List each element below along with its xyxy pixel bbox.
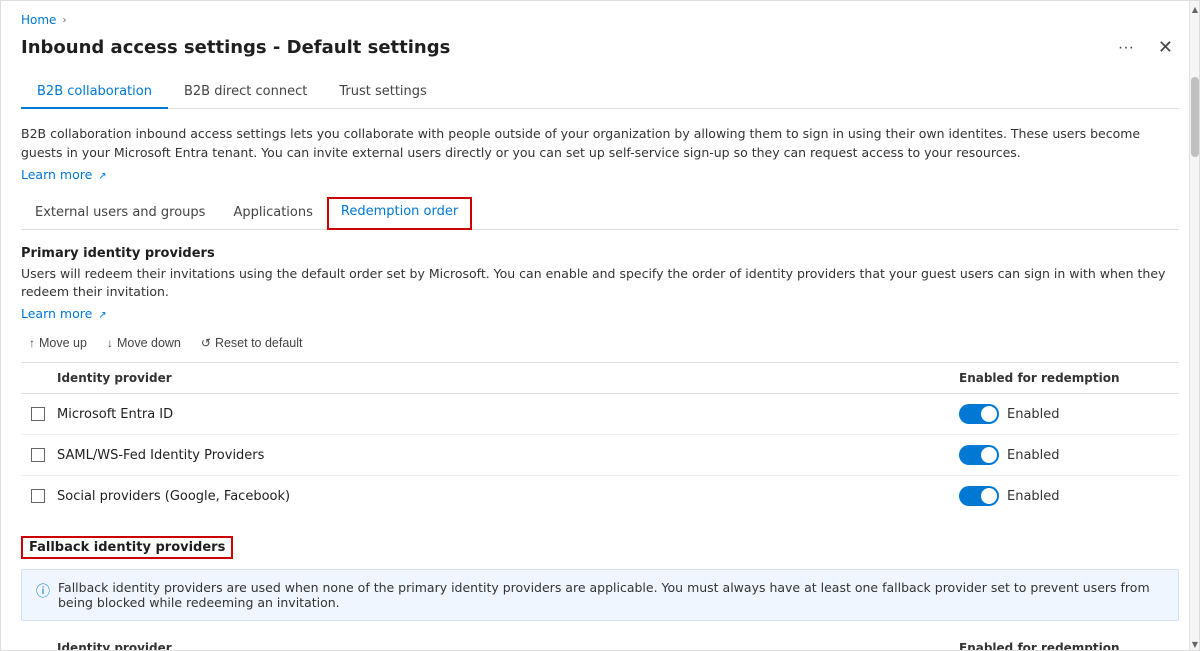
sub-tab-external-users[interactable]: External users and groups: [21, 197, 219, 230]
enabled-col-header: Enabled for redemption: [959, 371, 1179, 385]
sub-tab-redemption-order[interactable]: Redemption order: [327, 197, 472, 230]
fallback-providers-section: Fallback identity providers ⓘ Fallback i…: [21, 536, 1179, 651]
row1-toggle-label: Enabled: [1007, 407, 1060, 422]
scrollbar-up-arrow[interactable]: ▲: [1190, 1, 1200, 17]
primary-providers-table: Identity provider Enabled for redemption…: [21, 362, 1179, 516]
row1-toggle[interactable]: [959, 404, 999, 424]
row2-toggle[interactable]: [959, 445, 999, 465]
primary-table-header: Identity provider Enabled for redemption: [21, 363, 1179, 394]
primary-external-link-icon: ↗: [98, 310, 106, 321]
row1-toggle-container: Enabled: [959, 404, 1179, 424]
title-actions: ··· ✕: [1112, 35, 1179, 60]
move-down-button[interactable]: ↓ Move down: [99, 332, 189, 354]
fallback-table-header: Identity provider Enabled for redemption: [21, 635, 1179, 651]
primary-section-desc: Users will redeem their invitations usin…: [21, 265, 1179, 303]
sub-tab-bar: External users and groups Applications R…: [21, 197, 1179, 230]
sub-tab-applications[interactable]: Applications: [219, 197, 326, 230]
tab-b2b-collaboration[interactable]: B2B collaboration: [21, 76, 168, 109]
row3-toggle-slider: [959, 486, 999, 506]
move-down-icon: ↓: [107, 336, 113, 350]
description-text: B2B collaboration inbound access setting…: [21, 125, 1179, 163]
row3-toggle-container: Enabled: [959, 486, 1179, 506]
main-tab-bar: B2B collaboration B2B direct connect Tru…: [21, 76, 1179, 109]
breadcrumb-home[interactable]: Home: [21, 13, 56, 27]
fallback-info-box: ⓘ Fallback identity providers are used w…: [21, 569, 1179, 621]
row1-checkbox[interactable]: [31, 407, 45, 421]
primary-toolbar: ↑ Move up ↓ Move down ↺ Reset to default: [21, 332, 1179, 362]
tab-trust-settings[interactable]: Trust settings: [323, 76, 442, 109]
fallback-enabled-col-header: Enabled for redemption: [959, 641, 1179, 651]
primary-learn-more-link[interactable]: Learn more ↗: [21, 306, 107, 321]
row3-toggle[interactable]: [959, 486, 999, 506]
breadcrumb-separator: ›: [62, 15, 66, 26]
row2-toggle-slider: [959, 445, 999, 465]
table-row: Social providers (Google, Facebook) Enab…: [21, 476, 1179, 516]
primary-providers-section: Primary identity providers Users will re…: [21, 246, 1179, 517]
move-up-icon: ↑: [29, 336, 35, 350]
fallback-info-text: Fallback identity providers are used whe…: [58, 580, 1164, 610]
row2-provider-name: SAML/WS-Fed Identity Providers: [57, 448, 959, 463]
info-icon: ⓘ: [36, 581, 50, 601]
reset-icon: ↺: [201, 336, 211, 350]
title-row: Inbound access settings - Default settin…: [21, 35, 1179, 60]
close-button[interactable]: ✕: [1152, 35, 1179, 60]
row1-provider-name: Microsoft Entra ID: [57, 407, 959, 422]
external-link-icon: ↗: [98, 171, 106, 182]
provider-col-header: Identity provider: [57, 371, 959, 385]
content-area: B2B collaboration inbound access setting…: [1, 109, 1199, 651]
breadcrumb: Home ›: [21, 13, 1179, 27]
row2-toggle-label: Enabled: [1007, 448, 1060, 463]
move-up-button[interactable]: ↑ Move up: [21, 332, 95, 354]
modal-container: Home › Inbound access settings - Default…: [0, 0, 1200, 651]
header-bar: Home › Inbound access settings - Default…: [1, 1, 1199, 60]
learn-more-link[interactable]: Learn more ↗: [21, 167, 107, 182]
tab-b2b-direct-connect[interactable]: B2B direct connect: [168, 76, 323, 109]
row3-checkbox[interactable]: [31, 489, 45, 503]
row2-toggle-container: Enabled: [959, 445, 1179, 465]
row1-toggle-slider: [959, 404, 999, 424]
reset-to-default-button[interactable]: ↺ Reset to default: [193, 332, 311, 354]
scrollbar-thumb[interactable]: [1191, 77, 1199, 157]
scrollbar[interactable]: ▲ ▼: [1189, 1, 1199, 651]
fallback-section-title: Fallback identity providers: [21, 536, 233, 559]
table-row: Microsoft Entra ID Enabled: [21, 394, 1179, 435]
primary-section-title: Primary identity providers: [21, 246, 1179, 261]
fallback-providers-table: Identity provider Enabled for redemption…: [21, 635, 1179, 651]
ellipsis-button[interactable]: ···: [1112, 37, 1140, 59]
row2-checkbox[interactable]: [31, 448, 45, 462]
fallback-provider-col-header: Identity provider: [57, 641, 959, 651]
table-row: SAML/WS-Fed Identity Providers Enabled: [21, 435, 1179, 476]
page-title: Inbound access settings - Default settin…: [21, 37, 450, 58]
row3-toggle-label: Enabled: [1007, 489, 1060, 504]
row3-provider-name: Social providers (Google, Facebook): [57, 489, 959, 504]
scrollbar-down-arrow[interactable]: ▼: [1190, 636, 1200, 651]
